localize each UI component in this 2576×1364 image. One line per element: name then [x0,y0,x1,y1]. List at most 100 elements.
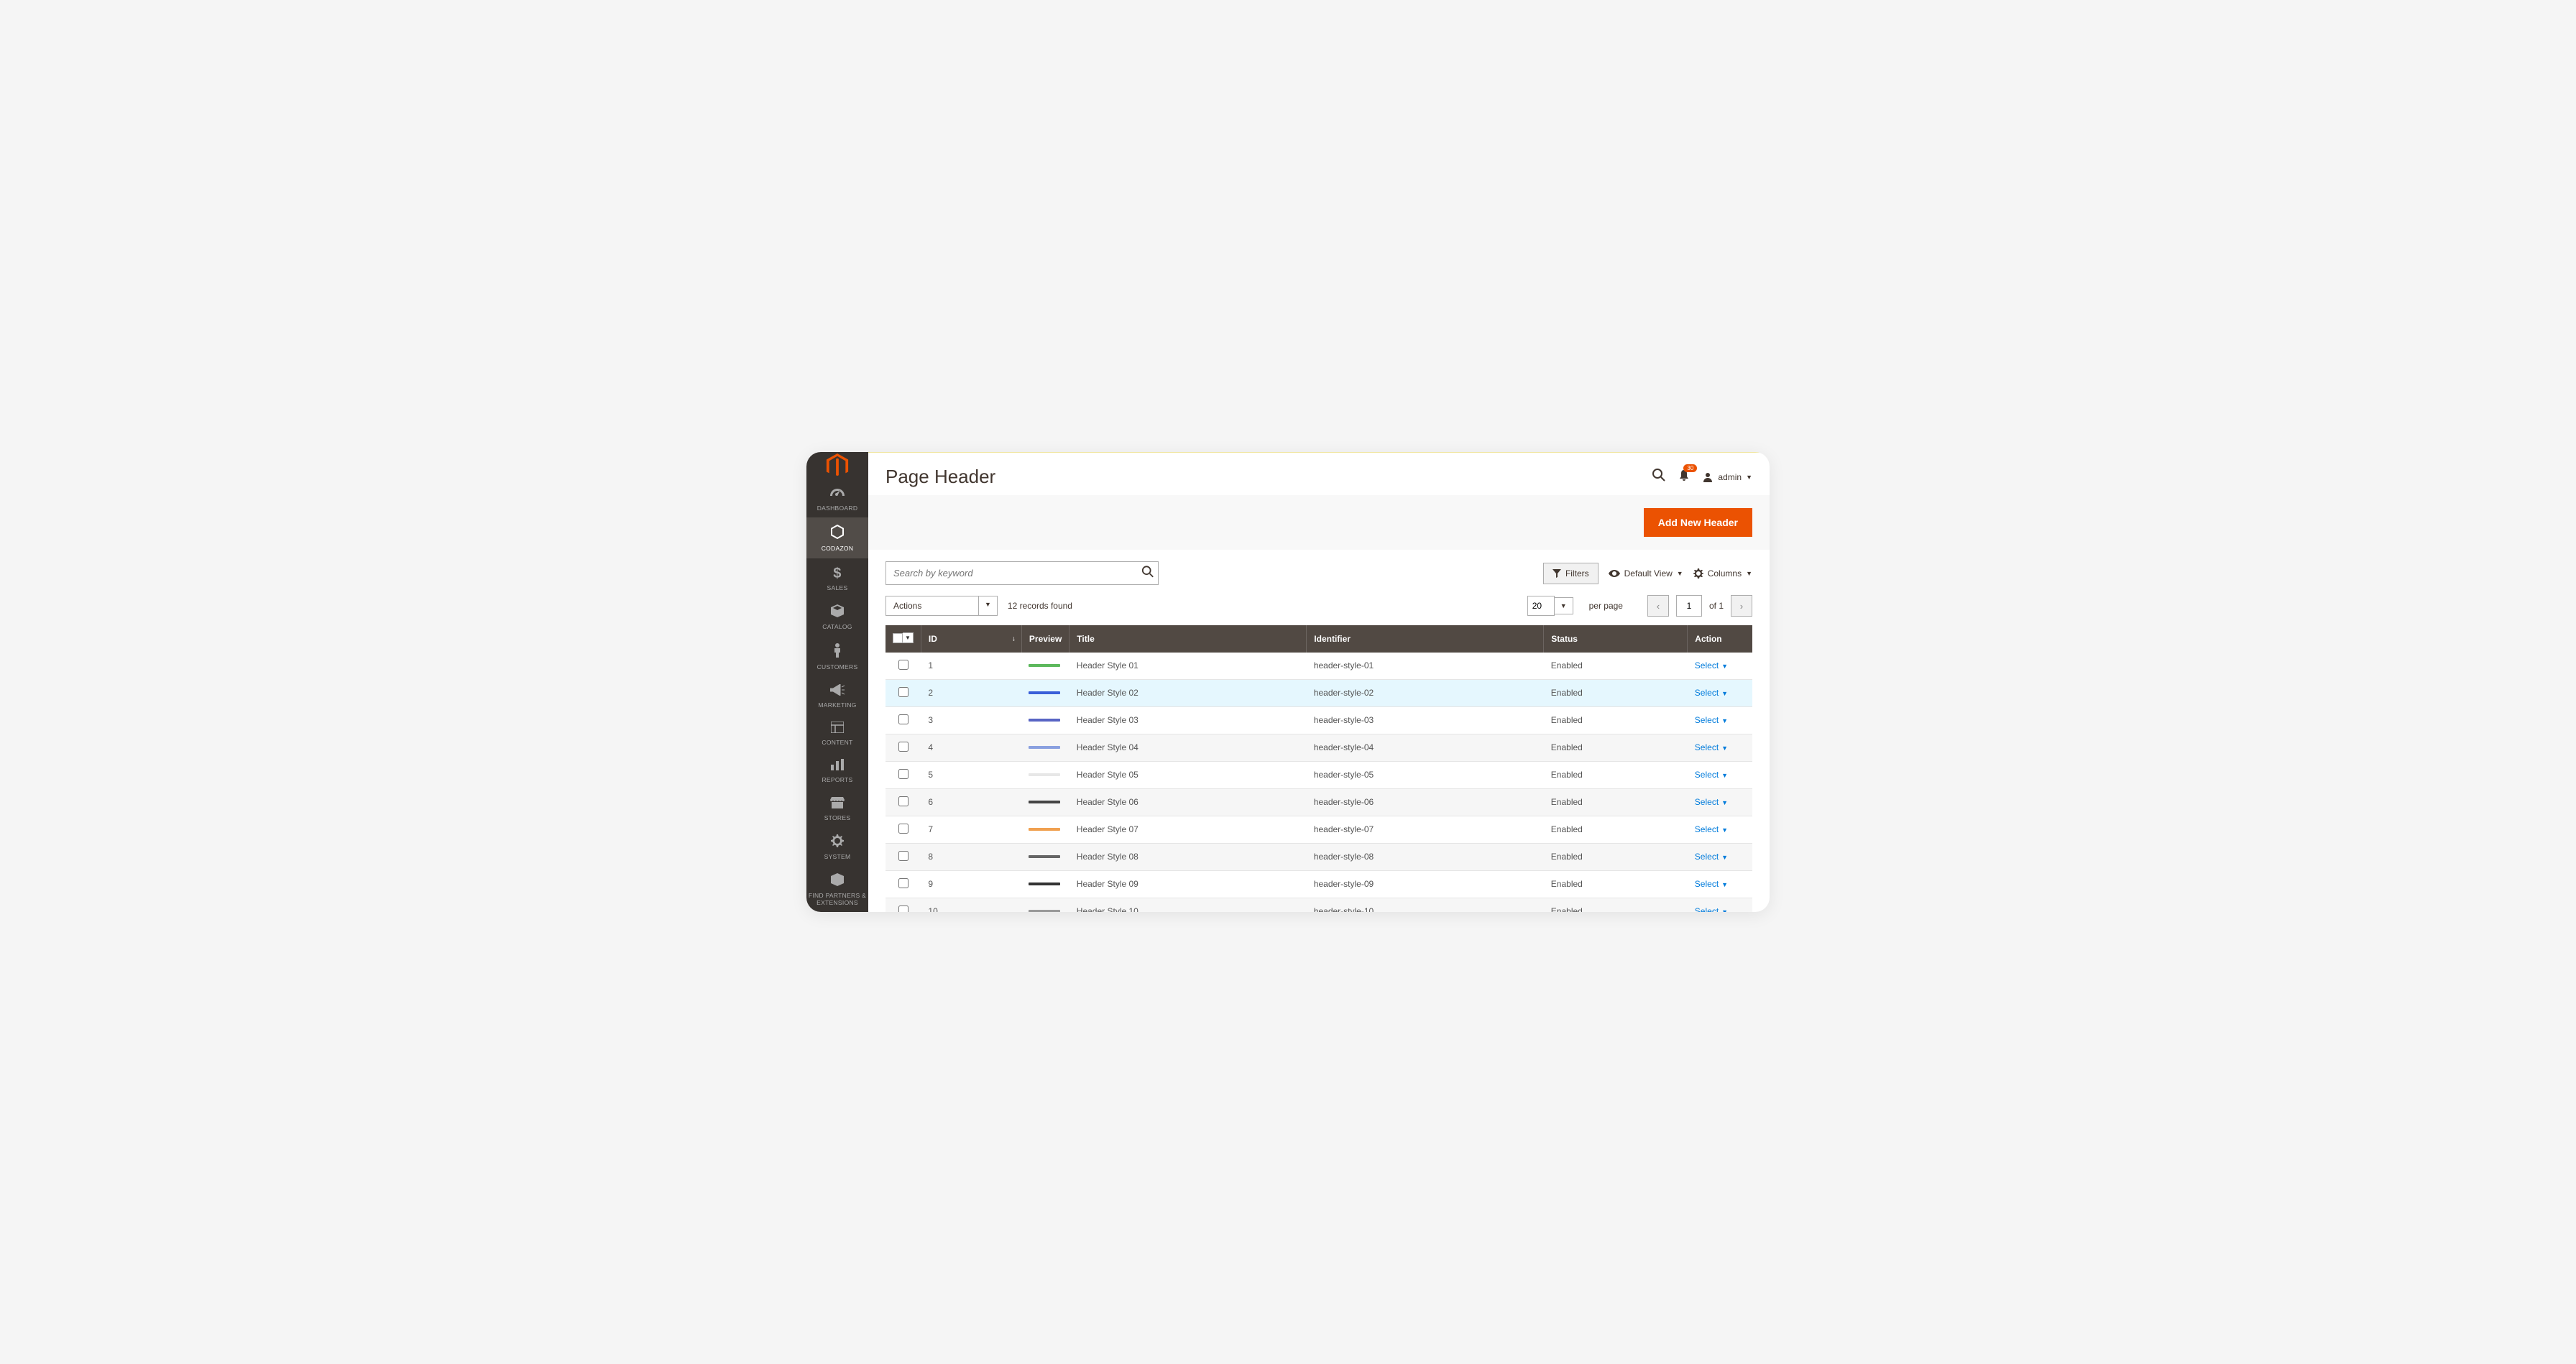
cell-preview [1021,734,1069,761]
user-menu[interactable]: admin ▼ [1702,471,1752,483]
eye-icon [1609,570,1620,577]
cell-preview [1021,816,1069,843]
row-checkbox[interactable] [898,851,908,861]
row-action-select[interactable]: Select▼ [1695,715,1728,725]
hexagon-icon [831,525,844,543]
row-checkbox[interactable] [898,687,908,697]
row-action-select[interactable]: Select▼ [1695,824,1728,834]
bars-icon [831,759,844,774]
col-action[interactable]: Action [1688,625,1752,653]
cell-status: Enabled [1544,816,1688,843]
search-input[interactable] [886,561,1159,585]
cell-status: Enabled [1544,734,1688,761]
pager: ‹ of 1 › [1647,595,1752,617]
row-checkbox[interactable] [898,660,908,670]
sidebar-item-catalog[interactable]: CATALOG [806,597,868,636]
cell-identifier: header-style-02 [1307,679,1544,706]
row-action-select[interactable]: Select▼ [1695,688,1728,698]
sidebar-item-label: SYSTEM [824,854,851,860]
page-size-input[interactable] [1527,596,1555,616]
of-label: of 1 [1709,601,1724,611]
col-identifier[interactable]: Identifier [1307,625,1544,653]
row-action-select[interactable]: Select▼ [1695,660,1728,671]
row-action-select[interactable]: Select▼ [1695,770,1728,780]
cell-identifier: header-style-08 [1307,843,1544,870]
cell-identifier: header-style-07 [1307,816,1544,843]
cell-preview [1021,679,1069,706]
megaphone-icon [830,684,845,699]
sidebar-item-label: STORES [824,815,851,821]
row-checkbox[interactable] [898,796,908,806]
col-id[interactable]: ID↓ [921,625,1021,653]
cell-title: Header Style 05 [1070,761,1307,788]
sidebar-item-sales[interactable]: $SALES [806,558,868,597]
row-checkbox[interactable] [898,906,908,913]
default-view-button[interactable]: Default View ▼ [1609,568,1683,579]
sidebar-item-codazon[interactable]: CODAZON [806,517,868,558]
row-checkbox[interactable] [898,742,908,752]
row-action-select[interactable]: Select▼ [1695,797,1728,807]
row-action-select[interactable]: Select▼ [1695,879,1728,889]
cell-title: Header Style 06 [1070,788,1307,816]
row-checkbox[interactable] [898,714,908,724]
sidebar-item-marketing[interactable]: MARKETING [806,677,868,714]
dollar-icon: $ [833,566,841,582]
col-title[interactable]: Title [1070,625,1307,653]
per-page-label: per page [1589,601,1623,611]
row-action-select[interactable]: Select▼ [1695,742,1728,752]
cell-status: Enabled [1544,761,1688,788]
cell-id: 7 [921,816,1021,843]
cell-id: 1 [921,653,1021,680]
cell-identifier: header-style-10 [1307,898,1544,912]
current-page-input[interactable] [1676,595,1702,617]
notification-bell-icon[interactable]: 30 [1678,469,1690,485]
sidebar-item-customers[interactable]: CUSTOMERS [806,636,868,676]
sidebar-item-content[interactable]: CONTENT [806,714,868,752]
sidebar-item-label: CODAZON [822,545,854,552]
layout-icon [831,722,844,737]
sidebar-item-find-partners-extensions[interactable]: FIND PARTNERS & EXTENSIONS [806,866,868,912]
main-content: Page Header 30 admin ▼ Add New Header [868,452,1770,912]
table-row: 7 Header Style 07header-style-07Enabled Se… [886,816,1752,843]
col-status[interactable]: Status [1544,625,1688,653]
grid-header-row: ▼ ID↓ Preview Title Identifier Status Ac… [886,625,1752,653]
col-preview[interactable]: Preview [1021,625,1069,653]
dashboard-icon [830,487,845,502]
row-checkbox[interactable] [898,824,908,834]
sidebar-item-system[interactable]: SYSTEM [806,827,868,866]
cell-status: Enabled [1544,843,1688,870]
add-new-header-button[interactable]: Add New Header [1644,508,1752,537]
actions-dropdown[interactable]: Actions ▼ [886,596,998,616]
table-row: 4Header Style 04header-style-04EnabledSe… [886,734,1752,761]
row-action-select[interactable]: Select▼ [1695,852,1728,862]
search-button-icon[interactable] [1141,565,1154,581]
sidebar-item-dashboard[interactable]: DASHBOARD [806,480,868,517]
row-checkbox[interactable] [898,769,908,779]
sidebar-item-stores[interactable]: STORES [806,790,868,827]
columns-button[interactable]: Columns ▼ [1693,568,1752,579]
table-row: 3Header Style 03header-style-03EnabledSe… [886,706,1752,734]
table-row: 9Header Style 09header-style-09EnabledSe… [886,870,1752,898]
cell-title: Header Style 07 [1070,816,1307,843]
sidebar-item-reports[interactable]: REPORTS [806,752,868,789]
prev-page-button[interactable]: ‹ [1647,595,1669,617]
cell-preview [1021,761,1069,788]
cell-preview [1021,843,1069,870]
filters-button[interactable]: Filters [1543,563,1598,584]
next-page-button[interactable]: › [1731,595,1752,617]
row-checkbox[interactable] [898,878,908,888]
user-name: admin [1718,472,1742,482]
cell-title: Header Style 02 [1070,679,1307,706]
page-size-selector[interactable]: ▼ [1527,596,1573,616]
cell-id: 4 [921,734,1021,761]
row-action-select[interactable]: Select▼ [1695,906,1728,912]
cell-preview [1021,898,1069,912]
store-icon [830,797,845,812]
sidebar-item-label: REPORTS [822,777,852,783]
cell-id: 5 [921,761,1021,788]
cell-status: Enabled [1544,870,1688,898]
search-wrap [886,561,1159,585]
search-icon[interactable] [1652,468,1666,486]
select-all-header[interactable]: ▼ [886,625,921,653]
person-icon [833,643,842,661]
